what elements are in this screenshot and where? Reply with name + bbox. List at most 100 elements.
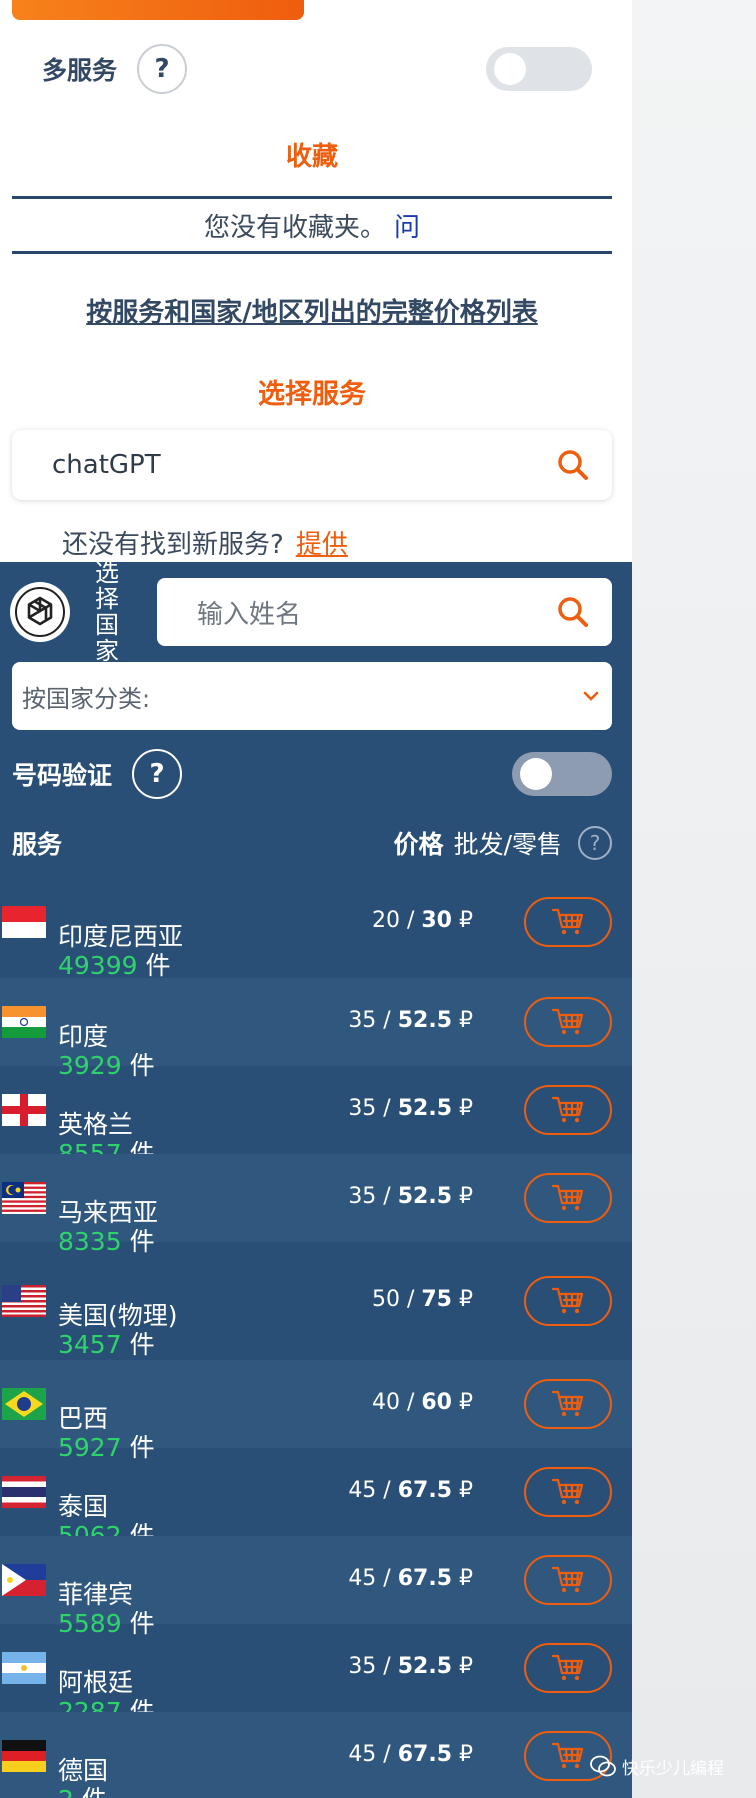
full-price-list-link[interactable]: 按服务和国家/地区列出的完整价格列表 — [0, 292, 624, 329]
add-to-cart-button[interactable] — [524, 1555, 612, 1605]
add-to-cart-button[interactable] — [524, 1379, 612, 1429]
wholesale-price: 35 — [348, 1184, 377, 1209]
country-row: 马来西亚 8335 件 35 / 52.5 ₽ — [0, 1154, 632, 1256]
price-column-header: 价格 — [393, 830, 444, 859]
currency-symbol: ₽ — [459, 1566, 473, 1591]
retail-price: 52.5 — [397, 1654, 452, 1679]
india-flag-icon — [2, 1006, 46, 1038]
add-to-cart-button[interactable] — [524, 1643, 612, 1693]
country-search-icon[interactable] — [556, 595, 590, 629]
retail-price: 30 — [421, 908, 452, 933]
malaysia-flag-icon — [2, 1182, 46, 1214]
cart-icon — [551, 1566, 584, 1593]
stock-unit: 件 — [137, 951, 171, 980]
cart-icon — [551, 1390, 584, 1417]
cart-icon — [551, 908, 584, 935]
country-row: 印度尼西亚 49399 件 20 / 30 ₽ — [0, 866, 632, 980]
multi-service-toggle[interactable] — [486, 47, 592, 91]
sort-by-country-select[interactable]: 按国家分类: — [12, 662, 612, 730]
cart-icon — [551, 1184, 584, 1211]
cart-icon — [551, 1654, 584, 1681]
germany-flag-icon — [2, 1740, 46, 1772]
argentina-flag-icon — [2, 1652, 46, 1684]
wholesale-price: 35 — [348, 1008, 377, 1033]
page-background — [632, 0, 756, 1798]
country-row: 英格兰8557 件35 / 52.5 ₽ — [0, 1066, 632, 1168]
add-to-cart-button[interactable] — [524, 1276, 612, 1326]
price-cell: 40 / 60 ₽ — [371, 1390, 473, 1415]
price-cell: 45 / 67.5 ₽ — [348, 1478, 473, 1503]
country-name: 菲律宾 — [58, 1580, 134, 1609]
favorites-box: 您没有收藏夹。 问 — [12, 196, 612, 254]
price-help-icon[interactable]: ? — [578, 826, 612, 860]
country-row: 泰国5062 件45 / 67.5 ₽ — [0, 1448, 632, 1550]
currency-symbol: ₽ — [459, 1390, 473, 1415]
country-name-placeholder: 输入姓名 — [197, 599, 302, 630]
currency-symbol: ₽ — [459, 1096, 473, 1121]
offer-link[interactable]: 提供 — [296, 530, 348, 560]
price-cell: 35 / 52.5 ₽ — [348, 1654, 473, 1679]
currency-symbol: ₽ — [459, 1287, 473, 1312]
retail-price: 60 — [421, 1390, 452, 1415]
favorites-title: 收藏 — [285, 142, 338, 172]
retail-price: 52.5 — [397, 1008, 452, 1033]
wholesale-price: 20 — [371, 908, 400, 933]
stock-count: 2 件 — [58, 1785, 186, 1798]
currency-symbol: ₽ — [459, 1008, 473, 1033]
wholesale-retail-header: 批发/零售 — [453, 830, 562, 859]
stock-count-number: 49399 — [58, 951, 138, 980]
retail-price: 75 — [421, 1287, 452, 1312]
country-row: 印度 3929 件 35 / 52.5 ₽ — [0, 978, 632, 1080]
cart-icon — [551, 1096, 584, 1123]
stock-unit: 件 — [121, 1330, 155, 1359]
price-cell: 45 / 67.5 ₽ — [348, 1566, 473, 1591]
number-verify-row: 号码验证 ? — [12, 748, 612, 800]
wholesale-price: 35 — [348, 1096, 377, 1121]
currency-symbol: ₽ — [459, 908, 473, 933]
price-cell: 35 / 52.5 ₽ — [348, 1096, 473, 1121]
service-column-header: 服务 — [12, 830, 63, 859]
cart-icon — [551, 1008, 584, 1035]
retail-price: 67.5 — [397, 1566, 452, 1591]
chatgpt-logo-icon — [10, 582, 70, 642]
cart-icon — [551, 1478, 584, 1505]
country-row: 巴西 5927 件 40 / 60 ₽ — [0, 1360, 632, 1462]
add-to-cart-button[interactable] — [524, 1467, 612, 1517]
main-panel: 多服务 ? 收藏 您没有收藏夹。 问 按服务和国家/地区列出的完整价格列表 选择… — [0, 0, 632, 1798]
table-header: 服务 价格 批发/零售 ? — [12, 818, 612, 868]
country-name-input[interactable]: 输入姓名 — [157, 578, 612, 646]
top-orange-button[interactable] — [12, 0, 304, 20]
chevron-down-icon — [583, 691, 599, 701]
currency-symbol: ₽ — [459, 1478, 473, 1503]
country-info: 德国2 件 — [58, 1756, 186, 1798]
stock-unit: 件 — [74, 1785, 107, 1798]
number-verify-toggle[interactable] — [512, 752, 612, 796]
favorites-question-link[interactable]: 问 — [394, 207, 420, 244]
add-to-cart-button[interactable] — [524, 1085, 612, 1135]
country-info: 印度尼西亚 49399 件 — [58, 922, 186, 980]
country-name: 美国(物理) — [58, 1301, 178, 1330]
country-name: 马来西亚 — [58, 1198, 159, 1227]
wholesale-price: 45 — [348, 1478, 377, 1503]
stock-count: 3457 件 — [58, 1330, 186, 1359]
add-to-cart-button[interactable] — [524, 997, 612, 1047]
currency-symbol: ₽ — [459, 1742, 473, 1767]
price-cell: 45 / 67.5 ₽ — [348, 1742, 473, 1767]
choose-service-title: 选择服务 — [258, 379, 366, 410]
verify-help-icon[interactable]: ? — [132, 749, 183, 799]
stock-count: 49399 件 — [58, 951, 186, 980]
service-search-input[interactable]: chatGPT — [12, 430, 612, 500]
watermark: 快乐少儿编程 — [590, 1748, 750, 1784]
wholesale-price: 50 — [371, 1287, 400, 1312]
search-icon[interactable] — [556, 448, 590, 482]
england-flag-icon — [2, 1094, 46, 1126]
philippines-flag-icon — [2, 1564, 46, 1596]
multi-service-help-icon[interactable]: ? — [137, 44, 188, 94]
add-to-cart-button[interactable] — [524, 897, 612, 947]
country-name: 泰国 — [58, 1492, 109, 1521]
cart-icon — [551, 1742, 584, 1769]
stock-count-number: 2 — [58, 1785, 74, 1798]
country-price-list: 印度尼西亚 49399 件 20 / 30 ₽ 印度 3929 件 35 / 52.5 ₽… — [0, 866, 632, 1798]
price-cell: 35 / 52.5 ₽ — [348, 1008, 473, 1033]
add-to-cart-button[interactable] — [524, 1173, 612, 1223]
